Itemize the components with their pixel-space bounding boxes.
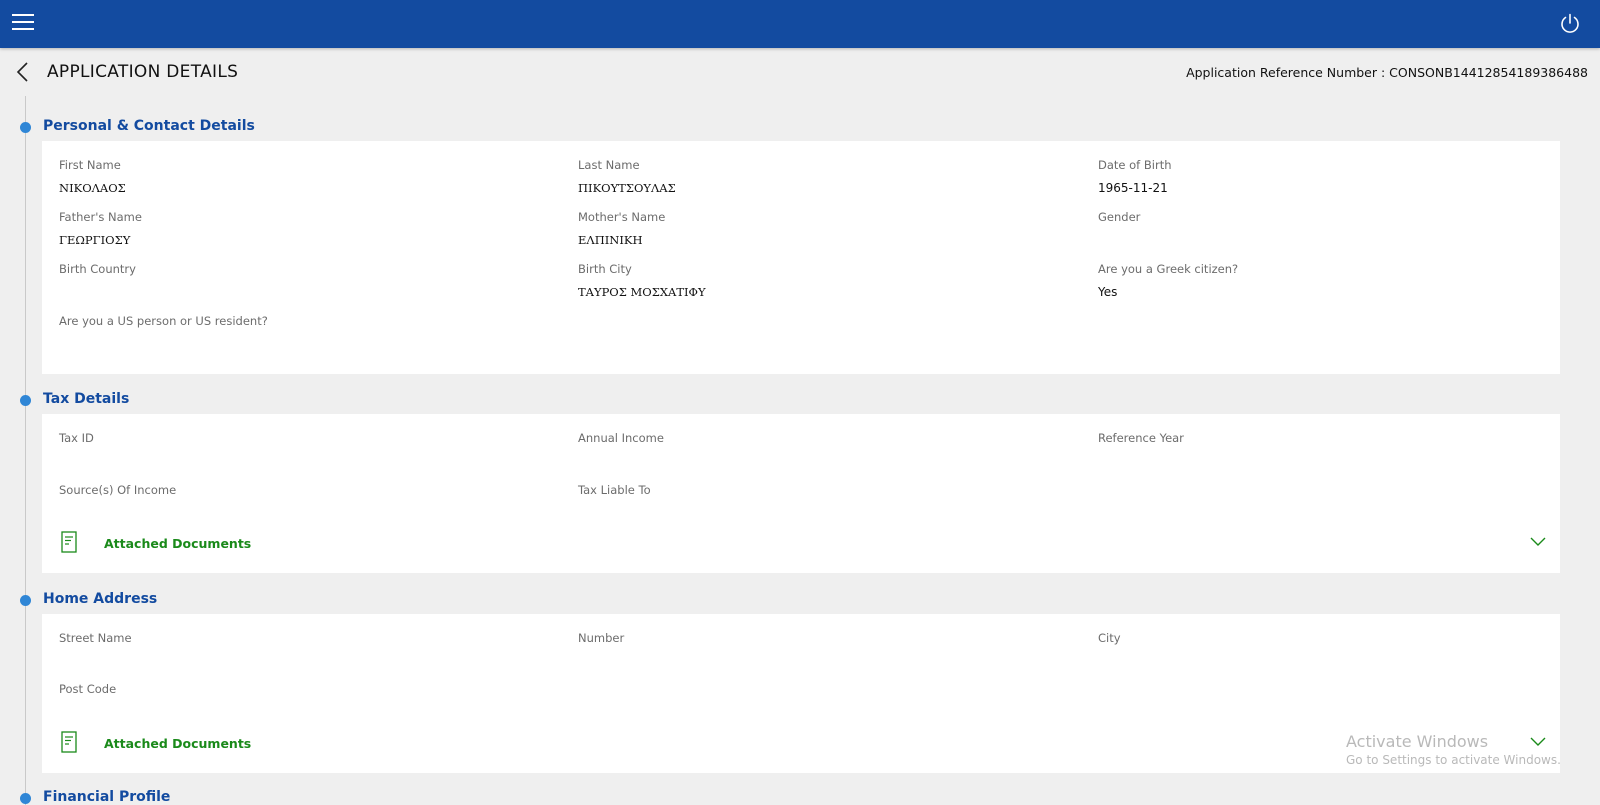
source-of-income-label: Source(s) Of Income [59,483,177,497]
page-header: APPLICATION DETAILS Application Referenc… [0,48,1600,96]
top-bar [0,0,1600,48]
attached-documents-toggle[interactable]: Attached Documents [42,529,1560,559]
birth-city-value: ΤΑΥΡΟΣ ΜΟΣΧΑΤΙΦΥ [578,285,706,299]
timeline-dot [20,595,31,606]
mother-name-value: ΕΛΠΙΝΙΚΗ [578,233,643,247]
annual-income-label: Annual Income [578,431,664,445]
last-name-value: ΠΙΚΟΥΤΣΟΥΛΑΣ [578,181,676,195]
reference-year-label: Reference Year [1098,431,1184,445]
application-reference-number: Application Reference Number : CONSONB14… [1186,65,1588,80]
page-title: APPLICATION DETAILS [47,62,239,82]
last-name-label: Last Name [578,158,640,172]
timeline-dot [20,793,31,804]
document-icon [61,531,77,553]
mother-name-label: Mother's Name [578,210,666,224]
tax-details-card: Tax ID Annual Income Reference Year Sour… [42,414,1560,573]
us-person-label: Are you a US person or US resident? [59,314,268,328]
section-title-tax[interactable]: Tax Details [43,391,129,407]
power-icon[interactable] [1558,12,1582,36]
birth-city-label: Birth City [578,262,632,276]
father-name-value: ΓΕΩΡΓΙΟΣΥ [59,233,131,247]
personal-details-card: First Name ΝΙΚΟΛΑΟΣ Last Name ΠΙΚΟΥΤΣΟΥΛ… [42,141,1560,374]
timeline-dot [20,395,31,406]
dob-label: Date of Birth [1098,158,1172,172]
chevron-down-icon[interactable] [1530,535,1546,547]
home-address-card: Street Name Number City Post Code Attach… [42,614,1560,773]
tax-id-label: Tax ID [59,431,94,445]
section-title-home-address[interactable]: Home Address [43,591,157,607]
chevron-down-icon[interactable] [1530,735,1546,747]
street-name-label: Street Name [59,631,132,645]
first-name-label: First Name [59,158,121,172]
post-code-label: Post Code [59,682,117,696]
city-label: City [1098,631,1121,645]
tax-liable-to-label: Tax Liable To [578,483,651,497]
greek-citizen-value: Yes [1098,285,1118,299]
attached-documents-toggle[interactable]: Attached Documents [42,729,1560,759]
attached-documents-label: Attached Documents [104,736,252,751]
father-name-label: Father's Name [59,210,142,224]
first-name-value: ΝΙΚΟΛΑΟΣ [59,181,126,195]
back-chevron-icon[interactable] [14,60,32,84]
number-label: Number [578,631,625,645]
section-title-financial-profile[interactable]: Financial Profile [43,789,170,805]
timeline-line [25,96,26,805]
greek-citizen-label: Are you a Greek citizen? [1098,262,1239,276]
hamburger-menu-icon[interactable] [12,14,34,32]
gender-label: Gender [1098,210,1141,224]
document-icon [61,731,77,753]
section-title-personal[interactable]: Personal & Contact Details [43,118,255,134]
attached-documents-label: Attached Documents [104,536,252,551]
timeline-dot [20,122,31,133]
dob-value: 1965-11-21 [1098,181,1168,195]
birth-country-label: Birth Country [59,262,136,276]
